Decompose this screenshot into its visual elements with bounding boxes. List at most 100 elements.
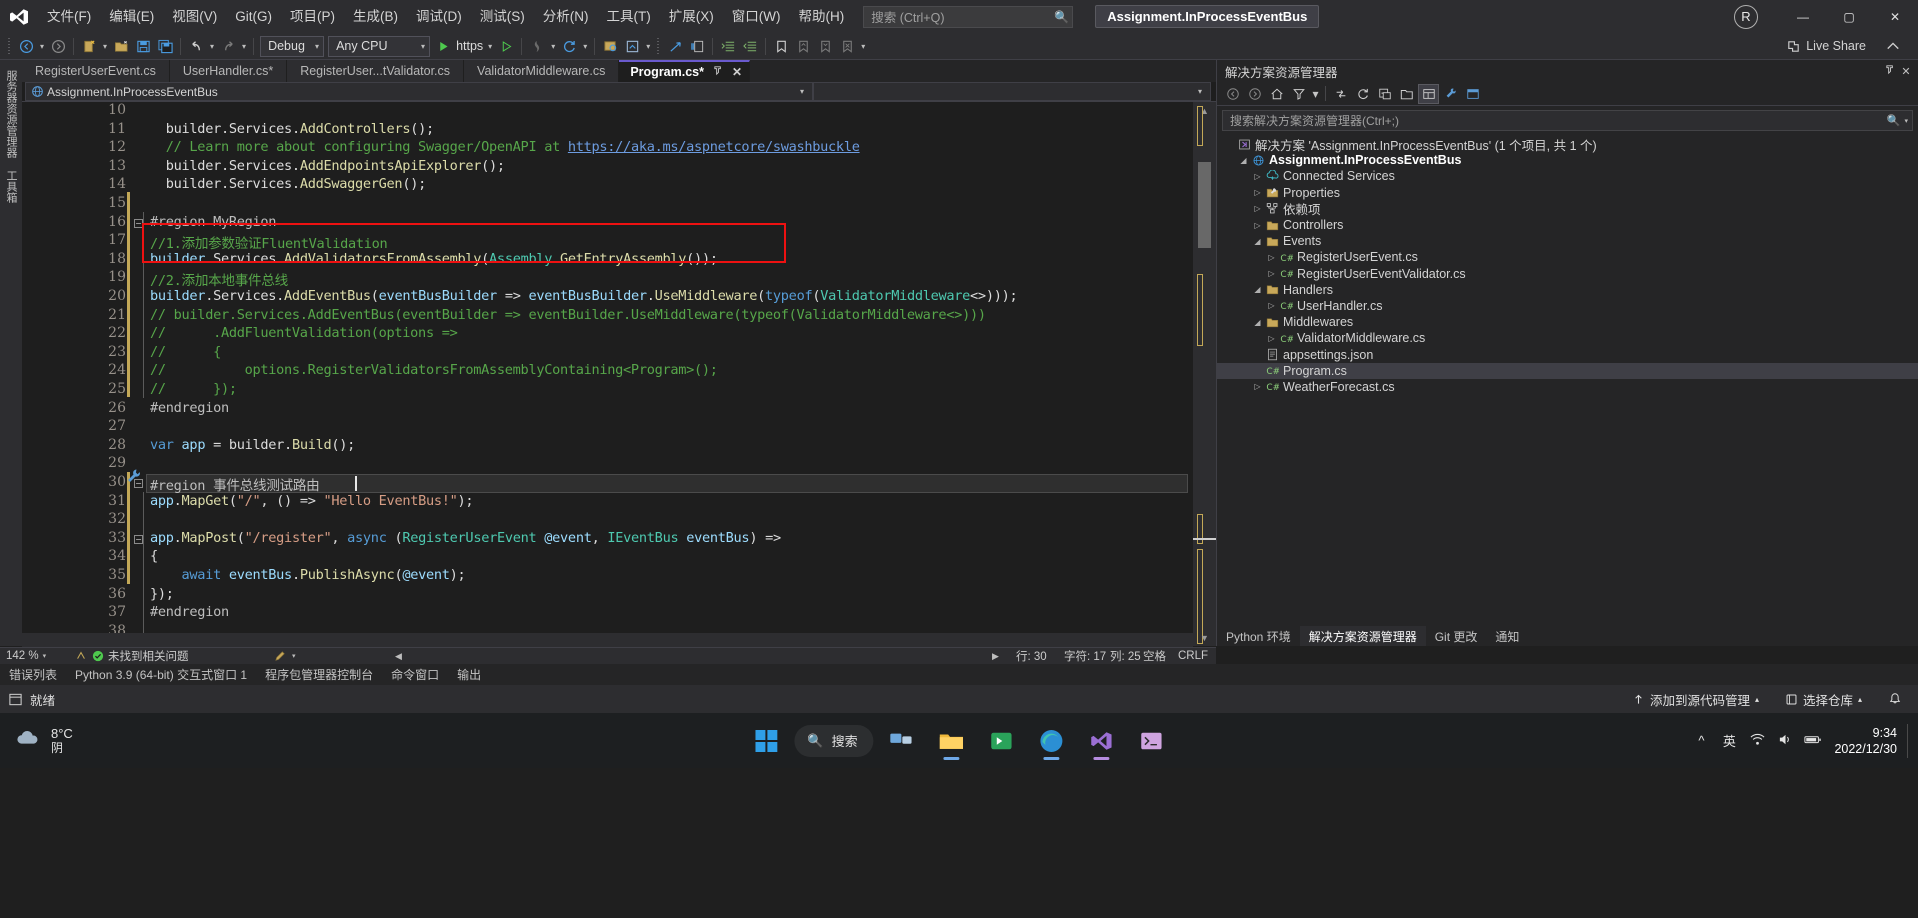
scrollbar-thumb[interactable] — [1198, 162, 1211, 248]
tray-expand-chevron-icon[interactable]: ^ — [1688, 733, 1714, 748]
edge-browser-button[interactable] — [1030, 719, 1074, 763]
live-visual-tree-icon[interactable] — [621, 35, 643, 58]
new-project-dropdown-icon[interactable]: ▾ — [100, 42, 110, 51]
store-button[interactable] — [980, 719, 1024, 763]
solution-tree[interactable]: 解决方案 'Assignment.InProcessEventBus' (1 个… — [1217, 134, 1918, 395]
tree-node[interactable]: ▷ C# ValidatorMiddleware.cs — [1217, 330, 1918, 346]
pin-tab-icon[interactable] — [713, 65, 724, 79]
home-icon[interactable] — [1266, 84, 1287, 104]
tab-user-handler[interactable]: UserHandler.cs* — [169, 60, 288, 82]
task-view-button[interactable] — [880, 719, 924, 763]
toolbar-grip-2[interactable] — [655, 37, 663, 55]
menu-view[interactable]: 视图(V) — [163, 4, 226, 30]
solution-name-chip[interactable]: Assignment.InProcessEventBus — [1095, 5, 1320, 28]
tree-node[interactable]: ◢ Events — [1217, 233, 1918, 249]
tab-program-cs[interactable]: Program.cs* ✕ — [619, 60, 751, 82]
expander-icon[interactable]: ▷ — [1265, 269, 1278, 278]
expander-icon[interactable]: ▷ — [1251, 204, 1264, 213]
live-share-button[interactable]: Live Share — [1786, 39, 1866, 54]
expander-icon[interactable]: ▷ — [1251, 221, 1264, 230]
line-ending-indicator[interactable]: CRLF — [1178, 650, 1208, 662]
add-to-source-control-button[interactable]: 添加到源代码管理 ▴ — [1619, 690, 1772, 709]
editor-vertical-scrollbar[interactable]: ▲ ▼ — [1193, 102, 1216, 646]
new-project-icon[interactable] — [78, 35, 100, 58]
menu-tools[interactable]: 工具(T) — [598, 4, 660, 30]
tree-node[interactable]: ◢ Handlers — [1217, 282, 1918, 298]
tab-register-user-validator[interactable]: RegisterUser...tValidator.cs — [287, 60, 465, 82]
terminal-button[interactable] — [1130, 719, 1174, 763]
account-avatar[interactable]: R — [1734, 4, 1758, 29]
start-without-debug-icon[interactable] — [495, 35, 517, 58]
close-button[interactable]: ✕ — [1872, 0, 1918, 33]
notifications-button[interactable] — [1875, 692, 1918, 706]
member-combo[interactable]: ▾ — [813, 82, 1211, 101]
navigate-forward-icon[interactable] — [47, 35, 69, 58]
menu-debug[interactable]: 调试(D) — [407, 4, 471, 30]
zoom-level-control[interactable]: 142 % ▾ — [0, 650, 74, 662]
expander-icon[interactable]: ▷ — [1265, 301, 1278, 310]
expander-icon[interactable]: ◢ — [1251, 285, 1264, 294]
input-language-indicator[interactable]: 英 — [1716, 731, 1742, 750]
weather-widget[interactable]: 8°C 阴 — [0, 726, 73, 756]
expander-icon[interactable]: ◢ — [1251, 237, 1264, 246]
tree-node[interactable]: ▷ Controllers — [1217, 217, 1918, 233]
refresh-solution-icon[interactable] — [1352, 84, 1373, 104]
volume-icon[interactable] — [1772, 732, 1798, 750]
tab-python-env[interactable]: Python 环境 — [1217, 628, 1300, 645]
tab-register-user-event[interactable]: RegisterUserEvent.cs — [22, 60, 170, 82]
namespace-combo[interactable]: Assignment.InProcessEventBus ▾ — [25, 82, 813, 101]
insert-mode-indicator[interactable]: 空格 — [1143, 648, 1166, 664]
start-button[interactable] — [744, 719, 788, 763]
menu-edit[interactable]: 编辑(E) — [100, 4, 163, 30]
navigate-backward-dropdown-icon[interactable]: ▾ — [37, 42, 47, 51]
previous-bookmark-icon[interactable] — [792, 35, 814, 58]
hot-reload-dropdown-icon[interactable]: ▾ — [548, 42, 558, 51]
intellisense-status-group[interactable]: ▾ — [266, 650, 296, 663]
refresh-dropdown-icon[interactable]: ▾ — [580, 42, 590, 51]
scroll-left-arrow-icon[interactable]: ◀ — [395, 651, 402, 662]
comment-selection-icon[interactable] — [686, 35, 708, 58]
undo-icon[interactable] — [185, 35, 207, 58]
code-editor[interactable]: 10 11 builder.Services.AddControllers(); 1… — [22, 102, 1193, 646]
pin-panel-icon[interactable] — [1882, 64, 1898, 78]
tab-python-interactive[interactable]: Python 3.9 (64-bit) 交互式窗口 1 — [66, 664, 256, 685]
solution-platform-combo[interactable]: Any CPU ▾ — [328, 35, 431, 57]
tree-node[interactable]: ▷ C# RegisterUserEvent.cs — [1217, 249, 1918, 265]
rail-toolbox[interactable]: 工具箱 — [4, 170, 17, 203]
taskbar-clock[interactable]: 9:34 2022/12/30 — [1828, 725, 1905, 757]
tab-notifications[interactable]: 通知 — [1486, 628, 1528, 645]
redo-dropdown-icon[interactable]: ▾ — [239, 42, 249, 51]
properties-view-icon[interactable] — [1418, 83, 1439, 104]
tree-node[interactable]: ◢ Middlewares — [1217, 314, 1918, 330]
fold-toggle-icon[interactable]: − — [134, 218, 143, 228]
expander-icon[interactable]: ▷ — [1265, 253, 1278, 262]
refresh-icon[interactable] — [558, 35, 580, 58]
tree-node[interactable]: ▷ 依赖项 — [1217, 201, 1918, 217]
menu-analyze[interactable]: 分析(N) — [534, 4, 598, 30]
fold-toggle-icon[interactable]: − — [134, 534, 143, 544]
live-visual-tree-dropdown-icon[interactable]: ▾ — [643, 42, 653, 51]
open-file-icon[interactable] — [110, 35, 132, 58]
save-all-icon[interactable] — [154, 35, 176, 58]
toolbar-options-icon[interactable] — [1882, 35, 1904, 58]
next-bookmark-icon[interactable] — [814, 35, 836, 58]
forward-navigation-icon[interactable] — [1244, 84, 1265, 104]
search-options-chevron-icon[interactable]: ▾ — [1900, 117, 1908, 125]
tab-output[interactable]: 输出 — [448, 664, 490, 685]
collapse-all-icon[interactable] — [1374, 84, 1395, 104]
expander-icon[interactable]: ▷ — [1251, 172, 1264, 181]
toggle-bookmark-icon[interactable] — [770, 35, 792, 58]
tree-node[interactable]: ◢ Assignment.InProcessEventBus — [1217, 152, 1918, 168]
filter-dropdown-icon[interactable]: ▾ — [1310, 84, 1321, 104]
navigate-backward-icon[interactable] — [15, 35, 37, 58]
show-desktop-button[interactable] — [1907, 723, 1912, 758]
network-icon[interactable] — [1744, 732, 1770, 750]
expander-icon[interactable]: ◢ — [1251, 318, 1264, 327]
tree-node[interactable]: ▷ C# UserHandler.cs — [1217, 298, 1918, 314]
scroll-down-arrow-icon[interactable]: ▼ — [1193, 629, 1216, 646]
decrease-indent-icon[interactable] — [739, 35, 761, 58]
expander-icon[interactable]: ▷ — [1265, 334, 1278, 343]
select-repository-button[interactable]: 选择仓库 ▴ — [1772, 690, 1875, 709]
tree-node[interactable]: 解决方案 'Assignment.InProcessEventBus' (1 个… — [1217, 136, 1918, 153]
expander-icon[interactable]: ◢ — [1237, 156, 1250, 165]
